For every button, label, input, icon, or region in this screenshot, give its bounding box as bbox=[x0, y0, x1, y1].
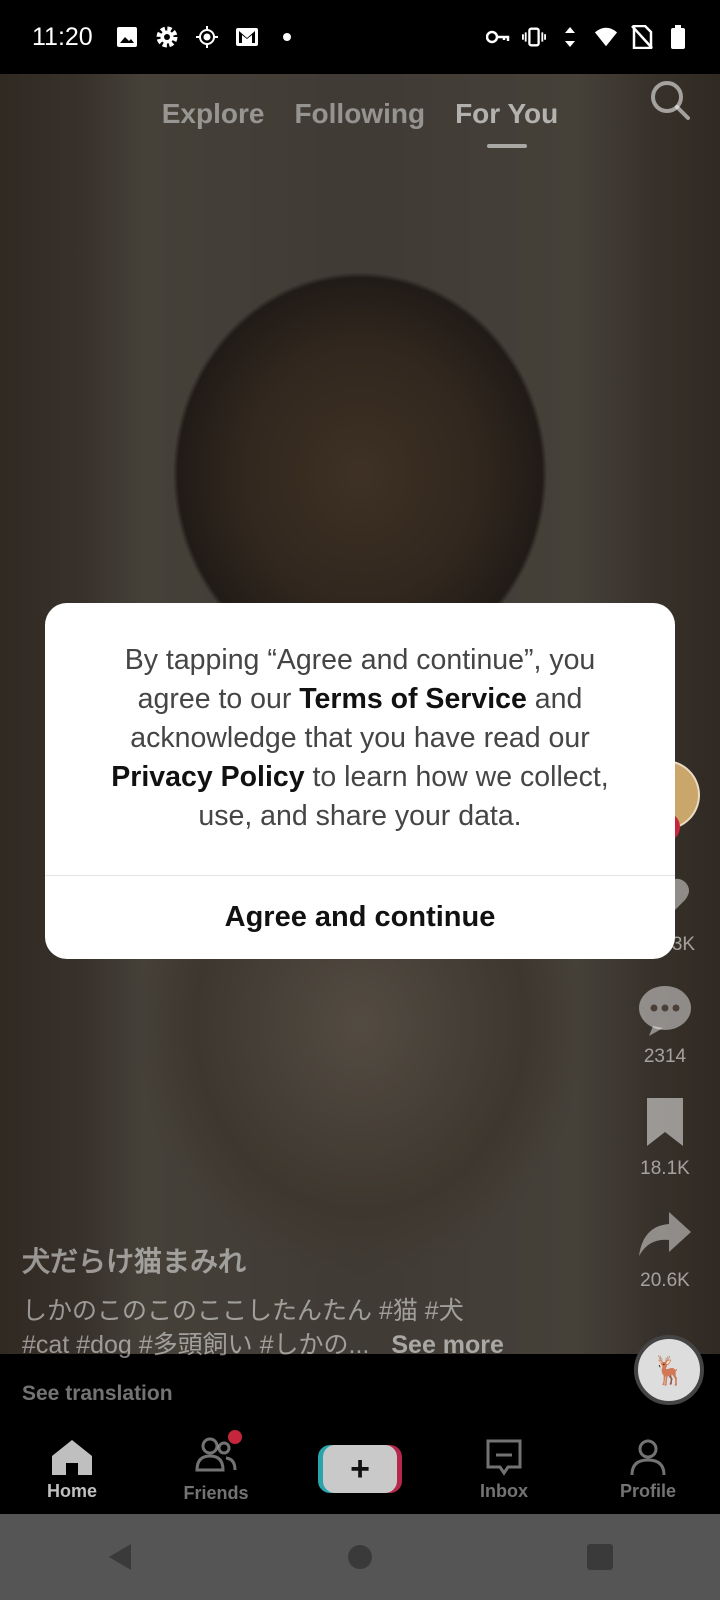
search-icon bbox=[651, 81, 690, 120]
nav-create[interactable]: + bbox=[305, 1445, 415, 1493]
wifi-icon bbox=[594, 25, 618, 49]
bookmark-button[interactable]: 18.1K bbox=[637, 1094, 693, 1180]
gmail-icon bbox=[235, 25, 259, 49]
tab-following[interactable]: Following bbox=[294, 98, 425, 130]
nav-profile[interactable]: Profile bbox=[593, 1437, 703, 1502]
feed-tabs: Explore Following For You bbox=[0, 74, 720, 154]
deer-icon: 🦌 bbox=[651, 1354, 687, 1386]
status-time: 11:20 bbox=[32, 22, 93, 51]
comment-button[interactable]: 2314 bbox=[637, 982, 693, 1068]
vpn-key-icon bbox=[486, 25, 510, 49]
bookmark-count: 18.1K bbox=[640, 1158, 690, 1179]
share-button[interactable]: 20.6K bbox=[637, 1206, 693, 1292]
vibrate-icon bbox=[522, 25, 546, 49]
home-icon bbox=[52, 1439, 92, 1475]
search-button[interactable] bbox=[648, 78, 692, 122]
tab-explore[interactable]: Explore bbox=[162, 98, 265, 130]
caption-description: しかのこのこのここしたんたん #猫 #犬 #cat #dog #多頭飼い #しか… bbox=[22, 1294, 582, 1362]
recents-button[interactable] bbox=[580, 1537, 620, 1577]
recents-square-icon bbox=[587, 1544, 613, 1570]
home-system-button[interactable] bbox=[340, 1537, 380, 1577]
nav-inbox-label: Inbox bbox=[480, 1480, 528, 1501]
location-target-icon bbox=[195, 25, 219, 49]
data-arrows-icon bbox=[558, 25, 582, 49]
nav-home-label: Home bbox=[46, 1480, 97, 1501]
tab-for-you-label: For You bbox=[455, 98, 559, 129]
nav-home[interactable]: Home bbox=[17, 1437, 127, 1502]
agree-and-continue-button[interactable]: Agree and continue bbox=[45, 876, 675, 959]
nav-inbox[interactable]: Inbox bbox=[449, 1437, 559, 1502]
status-bar: 11:20 bbox=[0, 0, 720, 74]
nav-friends-label: Friends bbox=[183, 1483, 249, 1503]
create-button[interactable]: + bbox=[323, 1445, 397, 1493]
system-nav-bar bbox=[0, 1514, 720, 1600]
bookmark-icon bbox=[647, 1098, 683, 1146]
caption-line-1: しかのこのこのここしたんたん #猫 #犬 bbox=[22, 1297, 464, 1325]
tab-for-you[interactable]: For You bbox=[455, 98, 559, 148]
nav-friends[interactable]: Friends bbox=[161, 1430, 271, 1504]
notification-dot bbox=[228, 1430, 242, 1444]
caption-hashtags[interactable]: #cat #dog #多頭飼い #しかの... bbox=[22, 1331, 369, 1359]
share-arrow-icon bbox=[639, 1212, 691, 1256]
no-sim-icon bbox=[630, 25, 654, 49]
see-more-link[interactable]: See more bbox=[391, 1331, 504, 1359]
privacy-policy-link[interactable]: Privacy Policy bbox=[111, 761, 304, 793]
share-count: 20.6K bbox=[640, 1270, 690, 1291]
comment-icon bbox=[639, 986, 691, 1036]
bottom-nav: Home Friends + Inbox Profile bbox=[0, 1424, 720, 1514]
consent-text: By tapping “Agree and continue”, you agr… bbox=[45, 603, 675, 875]
comment-count: 2314 bbox=[643, 1046, 687, 1067]
plus-icon: + bbox=[350, 1449, 370, 1488]
terms-of-service-link[interactable]: Terms of Service bbox=[299, 683, 527, 715]
gear-icon bbox=[155, 25, 179, 49]
active-tab-indicator bbox=[486, 144, 527, 148]
image-icon bbox=[115, 25, 139, 49]
see-translation-link[interactable]: See translation bbox=[22, 1382, 173, 1406]
creator-name[interactable]: 犬だらけ猫まみれ bbox=[22, 1240, 582, 1280]
video-caption: 犬だらけ猫まみれ しかのこのこのここしたんたん #猫 #犬 #cat #dog … bbox=[22, 1240, 582, 1362]
nav-profile-label: Profile bbox=[619, 1480, 676, 1501]
caption-line-2: #cat #dog #多頭飼い #しかの... See more bbox=[22, 1328, 582, 1362]
home-circle-icon bbox=[348, 1545, 372, 1569]
back-button[interactable] bbox=[100, 1537, 140, 1577]
profile-icon bbox=[630, 1439, 666, 1475]
consent-dialog: By tapping “Agree and continue”, you agr… bbox=[45, 603, 675, 959]
inbox-icon bbox=[486, 1439, 522, 1476]
music-disc[interactable]: 🦌 bbox=[634, 1335, 704, 1405]
battery-icon bbox=[666, 25, 690, 49]
dot-icon bbox=[275, 25, 299, 49]
back-triangle-icon bbox=[109, 1544, 131, 1570]
friends-icon-wrap bbox=[194, 1430, 242, 1483]
